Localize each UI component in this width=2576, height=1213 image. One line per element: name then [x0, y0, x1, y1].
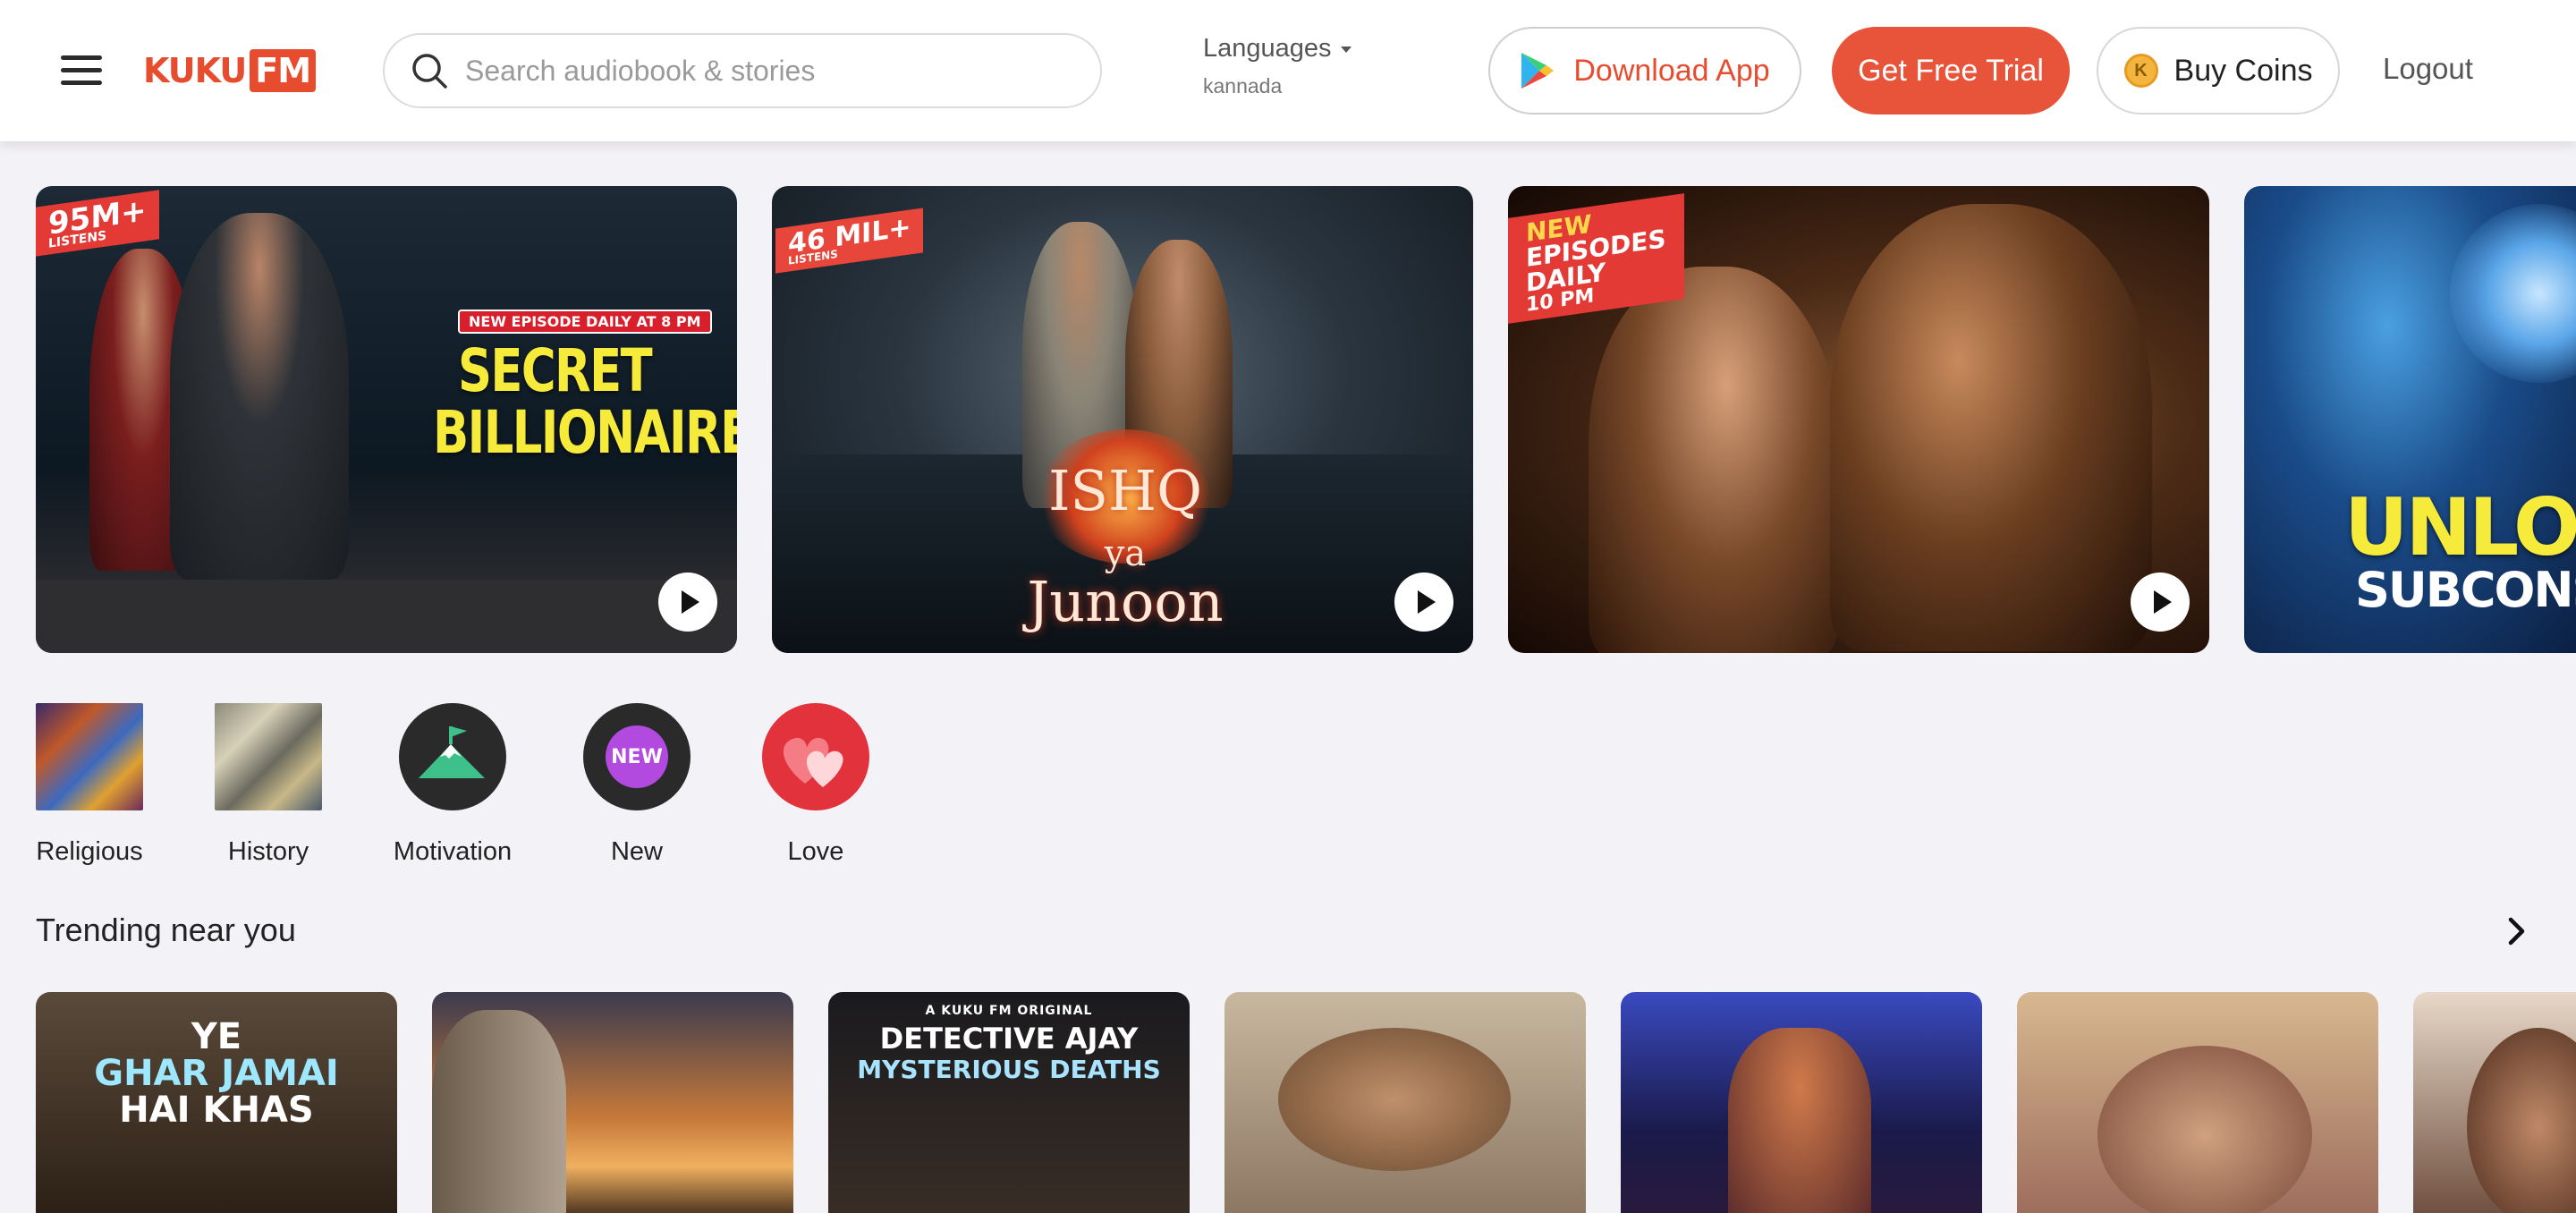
play-icon[interactable] — [1394, 573, 1453, 632]
banner-title: SECRET BILLIONAIRE — [433, 340, 737, 464]
history-collage-icon — [215, 703, 322, 810]
mountain-flag-icon — [399, 703, 506, 810]
card-title: DETECTIVE AJAY MYSTERIOUS DEATHS — [828, 1024, 1190, 1082]
category-label: Religious — [36, 837, 143, 866]
search-bar[interactable] — [383, 33, 1102, 108]
card-title-line: MYSTERIOUS DEATHS — [857, 1054, 1161, 1084]
category-label: History — [227, 837, 309, 866]
language-selector[interactable]: Languages kannada — [1203, 34, 1352, 98]
card-title-line: DETECTIVE AJAY — [879, 1022, 1139, 1056]
caret-down-icon — [1340, 47, 1352, 53]
card-title-line: HAI KHAS — [119, 1089, 314, 1131]
category-new[interactable]: NEW New — [565, 703, 708, 867]
card-artwork — [1278, 1028, 1511, 1171]
brain-artwork — [2450, 204, 2576, 383]
buy-coins-button[interactable]: K Buy Coins — [2097, 27, 2340, 115]
logo-fm: FM — [250, 49, 317, 92]
title-line: ISHQ — [1048, 458, 1202, 523]
banner-artwork — [1589, 267, 1839, 653]
trending-card[interactable] — [2413, 992, 2576, 1213]
logout-link[interactable]: Logout — [2383, 52, 2473, 86]
listens-badge: 95M+ LISTENS — [36, 190, 159, 257]
banner-title: ISHQ ya Junoon — [1013, 463, 1237, 630]
banner-new-episodes-daily[interactable]: NEW EPISODES DAILY 10 PM — [1508, 186, 2209, 653]
logo-text: KUKU — [143, 51, 247, 90]
title-line: BILLIONAIRE — [433, 398, 737, 468]
new-badge-icon: NEW — [583, 703, 691, 810]
title-line: Junoon — [1027, 569, 1224, 634]
menu-icon[interactable] — [61, 55, 102, 86]
kukufm-logo[interactable]: KUKU FM — [143, 48, 317, 93]
trending-card[interactable] — [432, 992, 793, 1213]
card-title-line: GHAR JAMAI — [94, 1052, 339, 1094]
category-love[interactable]: Love — [744, 703, 887, 867]
trending-card[interactable] — [1621, 992, 1982, 1213]
banner-title: UNLOC — [2344, 481, 2576, 573]
new-badge-text: NEW — [606, 725, 668, 788]
episode-schedule-tag: NEW EPISODE DAILY AT 8 PM — [458, 310, 712, 334]
card-artwork — [432, 1010, 566, 1213]
listens-badge: 46 MIL+ LISTENS — [775, 208, 924, 274]
category-label: Motivation — [393, 837, 513, 866]
play-icon[interactable] — [658, 573, 717, 632]
title-line: SECRET — [458, 336, 653, 405]
buy-coins-label: Buy Coins — [2174, 53, 2313, 88]
download-app-button[interactable]: Download App — [1488, 27, 1801, 115]
card-artwork — [2097, 1046, 2312, 1213]
free-trial-label: Get Free Trial — [1858, 53, 2044, 88]
top-header: KUKU FM Languages kannada Download App G… — [0, 0, 2576, 141]
play-icon[interactable] — [2131, 573, 2190, 632]
trending-card[interactable]: A KUKU FM ORIGINAL DETECTIVE AJAY MYSTER… — [828, 992, 1190, 1213]
category-label: New — [610, 837, 663, 866]
trending-card[interactable] — [2017, 992, 2378, 1213]
banner-secret-billionaire[interactable]: 95M+ LISTENS NEW EPISODE DAILY AT 8 PM SE… — [36, 186, 737, 653]
card-kicker: A KUKU FM ORIGINAL — [925, 1004, 1093, 1018]
trending-card[interactable] — [1224, 992, 1586, 1213]
category-religious[interactable]: Religious — [18, 703, 161, 867]
banner-artwork — [1830, 204, 2152, 651]
free-trial-button[interactable]: Get Free Trial — [1832, 27, 2070, 115]
download-app-label: Download App — [1573, 53, 1770, 88]
card-title: YE GHAR JAMAI HAI KHAS — [36, 1019, 397, 1128]
section-title-trending: Trending near you — [36, 912, 296, 948]
religious-art-icon — [36, 703, 143, 810]
banner-ishq-ya-junoon[interactable]: 46 MIL+ LISTENS ISHQ ya Junoon — [772, 186, 1473, 653]
google-play-icon — [1521, 53, 1555, 89]
coin-icon: K — [2123, 54, 2158, 88]
banner-artwork — [170, 213, 349, 580]
card-artwork — [2467, 1028, 2576, 1213]
languages-label: Languages — [1203, 34, 1332, 63]
trending-card[interactable]: YE GHAR JAMAI HAI KHAS — [36, 992, 397, 1213]
card-artwork — [1728, 1028, 1871, 1213]
category-motivation[interactable]: Motivation — [381, 703, 524, 867]
search-icon — [412, 54, 447, 89]
banner-footer — [36, 580, 737, 653]
hearts-icon — [762, 703, 869, 810]
selected-language: kannada — [1203, 74, 1283, 98]
banner-unlock-subconscious[interactable]: UNLOC SUBCONSC — [2244, 186, 2576, 653]
search-input[interactable] — [465, 54, 1073, 88]
card-title-line: YE — [191, 1016, 242, 1057]
banner-subtitle: SUBCONSC — [2355, 562, 2576, 618]
chevron-right-icon[interactable] — [2503, 916, 2529, 946]
category-label: Love — [787, 837, 844, 866]
category-history[interactable]: History — [197, 703, 340, 867]
